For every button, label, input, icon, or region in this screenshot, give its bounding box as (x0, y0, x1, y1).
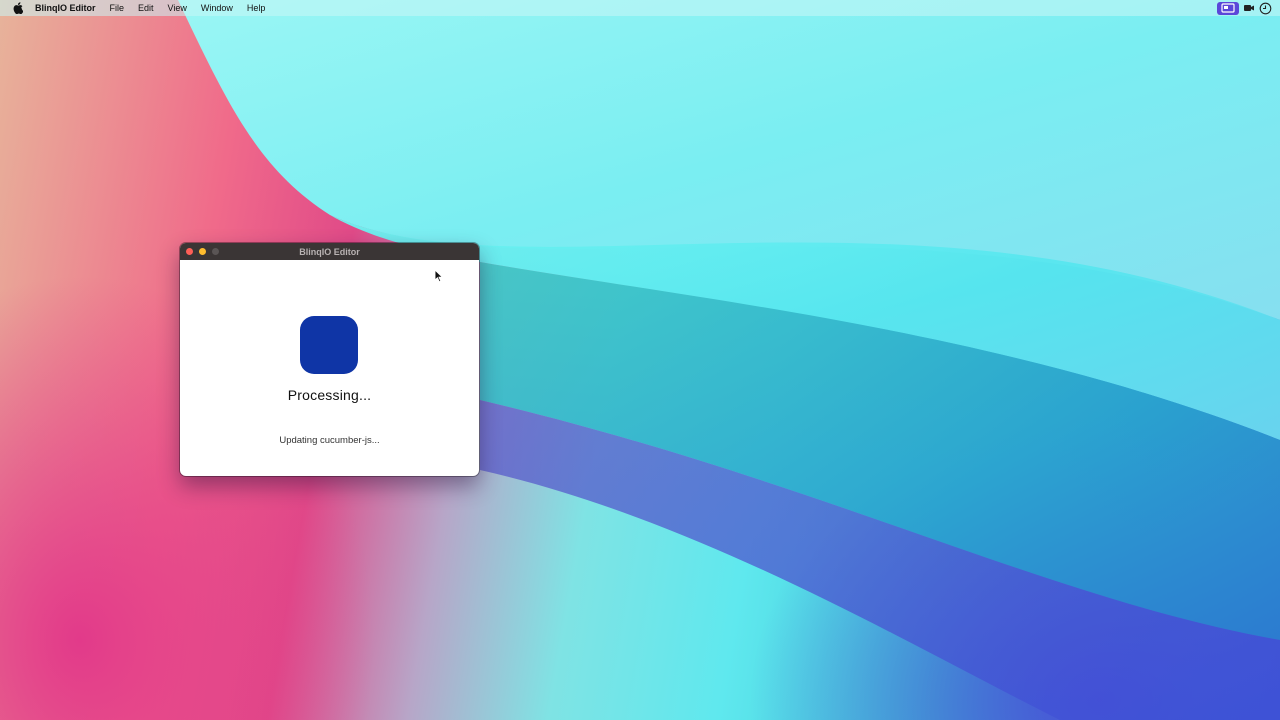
menu-app-name[interactable]: BlinqIO Editor (35, 3, 96, 13)
menu-help[interactable]: Help (247, 3, 266, 13)
menu-view[interactable]: View (168, 3, 187, 13)
app-icon (300, 316, 358, 374)
clock-icon[interactable] (1259, 1, 1272, 15)
menu-file[interactable]: File (110, 3, 125, 13)
status-area (1217, 0, 1272, 16)
processing-heading: Processing... (287, 387, 372, 403)
desktop: BlinqIO Editor File Edit View Window Hel… (0, 0, 1280, 720)
window-title-bar[interactable]: BlinqIO Editor (180, 243, 479, 260)
menu-bar: BlinqIO Editor File Edit View Window Hel… (0, 0, 1280, 16)
menu-window[interactable]: Window (201, 3, 233, 13)
mouse-cursor-icon (434, 269, 444, 283)
menu-edit[interactable]: Edit (138, 3, 154, 13)
zoom-window-button (212, 248, 219, 255)
camera-icon[interactable] (1243, 1, 1255, 15)
close-window-button[interactable] (186, 248, 193, 255)
screen-share-icon[interactable] (1217, 1, 1239, 15)
window-title: BlinqIO Editor (299, 246, 360, 257)
minimize-window-button[interactable] (199, 248, 206, 255)
apple-menu-icon[interactable] (12, 2, 23, 14)
status-message: Updating cucumber-js... (279, 435, 380, 446)
